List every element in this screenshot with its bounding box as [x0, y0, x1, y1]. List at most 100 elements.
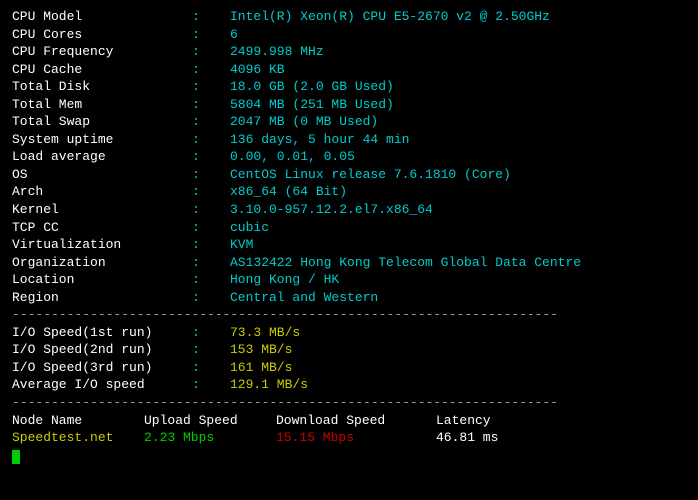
info-label: Location — [12, 271, 192, 289]
info-value: 3.10.0-957.12.2.el7.x86_64 — [230, 201, 433, 219]
speed-upload: 2.23 Mbps — [144, 429, 276, 447]
info-row: TCP CC: cubic — [12, 219, 686, 237]
info-row: Location: Hong Kong / HK — [12, 271, 686, 289]
info-value: 2047 MB (0 MB Used) — [230, 113, 378, 131]
io-row: I/O Speed(3rd run): 161 MB/s — [12, 359, 686, 377]
info-value: Intel(R) Xeon(R) CPU E5-2670 v2 @ 2.50GH… — [230, 8, 550, 26]
io-value: 129.1 MB/s — [230, 376, 308, 394]
colon: : — [192, 324, 230, 342]
info-row: OS: CentOS Linux release 7.6.1810 (Core) — [12, 166, 686, 184]
info-value: 0.00, 0.01, 0.05 — [230, 148, 355, 166]
io-speed-block: I/O Speed(1st run): 73.3 MB/sI/O Speed(2… — [12, 324, 686, 394]
info-value: AS132422 Hong Kong Telecom Global Data C… — [230, 254, 581, 272]
cursor-icon — [12, 450, 20, 464]
info-value: KVM — [230, 236, 253, 254]
io-value: 161 MB/s — [230, 359, 292, 377]
info-row: Virtualization: KVM — [12, 236, 686, 254]
info-row: CPU Model: Intel(R) Xeon(R) CPU E5-2670 … — [12, 8, 686, 26]
info-value: 136 days, 5 hour 44 min — [230, 131, 409, 149]
header-download: Download Speed — [276, 412, 436, 430]
info-row: Kernel: 3.10.0-957.12.2.el7.x86_64 — [12, 201, 686, 219]
info-label: CPU Frequency — [12, 43, 192, 61]
colon: : — [192, 26, 230, 44]
colon: : — [192, 201, 230, 219]
info-label: Virtualization — [12, 236, 192, 254]
info-value: 6 — [230, 26, 238, 44]
colon: : — [192, 271, 230, 289]
info-label: TCP CC — [12, 219, 192, 237]
info-value: Hong Kong / HK — [230, 271, 339, 289]
info-row: Organization: AS132422 Hong Kong Telecom… — [12, 254, 686, 272]
info-row: Load average: 0.00, 0.01, 0.05 — [12, 148, 686, 166]
info-label: System uptime — [12, 131, 192, 149]
header-node: Node Name — [12, 412, 144, 430]
io-value: 73.3 MB/s — [230, 324, 300, 342]
info-row: Total Swap: 2047 MB (0 MB Used) — [12, 113, 686, 131]
info-label: Total Swap — [12, 113, 192, 131]
io-label: I/O Speed(3rd run) — [12, 359, 192, 377]
colon: : — [192, 148, 230, 166]
info-label: CPU Cores — [12, 26, 192, 44]
io-label: Average I/O speed — [12, 376, 192, 394]
info-row: Total Disk: 18.0 GB (2.0 GB Used) — [12, 78, 686, 96]
speed-download: 15.15 Mbps — [276, 429, 436, 447]
colon: : — [192, 219, 230, 237]
colon: : — [192, 43, 230, 61]
info-value: 4096 KB — [230, 61, 285, 79]
info-label: OS — [12, 166, 192, 184]
info-value: 2499.998 MHz — [230, 43, 324, 61]
speedtest-row: Speedtest.net 2.23 Mbps 15.15 Mbps 46.81… — [12, 429, 686, 447]
info-row: System uptime: 136 days, 5 hour 44 min — [12, 131, 686, 149]
colon: : — [192, 236, 230, 254]
info-value: cubic — [230, 219, 269, 237]
speed-latency: 46.81 ms — [436, 429, 556, 447]
info-row: Region: Central and Western — [12, 289, 686, 307]
colon: : — [192, 113, 230, 131]
info-row: CPU Cores: 6 — [12, 26, 686, 44]
colon: : — [192, 289, 230, 307]
io-label: I/O Speed(1st run) — [12, 324, 192, 342]
system-info-block: CPU Model: Intel(R) Xeon(R) CPU E5-2670 … — [12, 8, 686, 306]
colon: : — [192, 359, 230, 377]
info-label: CPU Model — [12, 8, 192, 26]
colon: : — [192, 131, 230, 149]
info-row: CPU Cache: 4096 KB — [12, 61, 686, 79]
info-row: Arch: x86_64 (64 Bit) — [12, 183, 686, 201]
info-value: Central and Western — [230, 289, 378, 307]
info-row: Total Mem: 5804 MB (251 MB Used) — [12, 96, 686, 114]
divider: ----------------------------------------… — [12, 394, 686, 412]
speedtest-header: Node Name Upload Speed Download Speed La… — [12, 412, 686, 430]
divider: ----------------------------------------… — [12, 306, 686, 324]
colon: : — [192, 96, 230, 114]
io-row: Average I/O speed: 129.1 MB/s — [12, 376, 686, 394]
info-value: 18.0 GB (2.0 GB Used) — [230, 78, 394, 96]
colon: : — [192, 183, 230, 201]
speed-node: Speedtest.net — [12, 429, 144, 447]
io-row: I/O Speed(1st run): 73.3 MB/s — [12, 324, 686, 342]
info-label: Total Disk — [12, 78, 192, 96]
header-upload: Upload Speed — [144, 412, 276, 430]
colon: : — [192, 376, 230, 394]
colon: : — [192, 166, 230, 184]
info-label: Load average — [12, 148, 192, 166]
info-label: CPU Cache — [12, 61, 192, 79]
info-value: CentOS Linux release 7.6.1810 (Core) — [230, 166, 511, 184]
info-value: x86_64 (64 Bit) — [230, 183, 347, 201]
colon: : — [192, 341, 230, 359]
info-label: Region — [12, 289, 192, 307]
info-label: Kernel — [12, 201, 192, 219]
terminal-prompt[interactable] — [12, 447, 686, 465]
colon: : — [192, 8, 230, 26]
io-label: I/O Speed(2nd run) — [12, 341, 192, 359]
colon: : — [192, 61, 230, 79]
info-label: Arch — [12, 183, 192, 201]
info-row: CPU Frequency: 2499.998 MHz — [12, 43, 686, 61]
io-value: 153 MB/s — [230, 341, 292, 359]
colon: : — [192, 78, 230, 96]
info-label: Total Mem — [12, 96, 192, 114]
header-latency: Latency — [436, 412, 556, 430]
info-value: 5804 MB (251 MB Used) — [230, 96, 394, 114]
colon: : — [192, 254, 230, 272]
io-row: I/O Speed(2nd run): 153 MB/s — [12, 341, 686, 359]
info-label: Organization — [12, 254, 192, 272]
